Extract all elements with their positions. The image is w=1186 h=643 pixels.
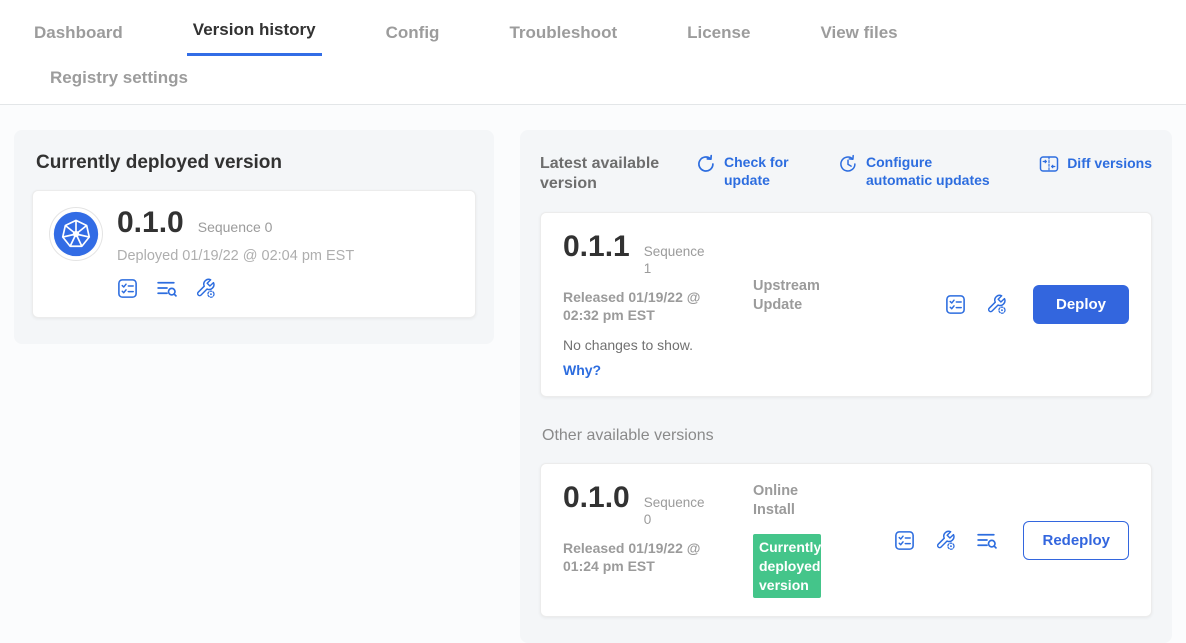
currently-deployed-panel: Currently deployed version 0.1.0 Sequenc… (14, 130, 494, 344)
kubernetes-logo-icon (53, 211, 99, 257)
other-version-actions: Redeploy (894, 521, 1129, 560)
other-version-sequence: Sequence 0 (644, 492, 706, 529)
latest-version-details: 0.1.1 Sequence 1 Released 01/19/22 @ 02:… (563, 231, 753, 378)
currently-deployed-title: Currently deployed version (36, 152, 476, 174)
nav-tabs-row-1: Dashboard Version history Config Trouble… (0, 0, 1186, 56)
tab-version-history[interactable]: Version history (187, 20, 322, 56)
deployed-actions (117, 278, 354, 299)
diff-versions-link[interactable]: Diff versions (1039, 154, 1152, 174)
release-notes-checklist-icon[interactable] (117, 278, 138, 299)
other-version-card: 0.1.0 Sequence 0 Released 01/19/22 @ 01:… (540, 463, 1152, 617)
edit-config-wrench-icon[interactable] (986, 294, 1007, 315)
latest-version-sequence: Sequence 1 (644, 241, 706, 278)
tab-dashboard[interactable]: Dashboard (28, 23, 129, 56)
configure-automatic-updates-link[interactable]: Configure automatic updates (838, 154, 998, 189)
other-version-source: Online Install (753, 482, 809, 520)
deployed-version-number: 0.1.0 (117, 207, 184, 239)
view-logs-icon[interactable] (976, 530, 997, 551)
deployed-version-card: 0.1.0 Sequence 0 Deployed 01/19/22 @ 02:… (32, 190, 476, 318)
edit-config-wrench-icon[interactable] (935, 530, 956, 551)
latest-version-header: Latest available version Check for updat… (540, 154, 1152, 194)
configure-automatic-updates-label: Configure automatic updates (866, 154, 998, 189)
tab-license[interactable]: License (681, 23, 756, 56)
tab-config[interactable]: Config (380, 23, 446, 56)
deployed-timestamp: Deployed 01/19/22 @ 02:04 pm EST (117, 248, 354, 264)
latest-version-source: Upstream Update (753, 231, 833, 378)
latest-version-actions: Deploy (945, 285, 1129, 324)
tab-registry-settings[interactable]: Registry settings (44, 68, 194, 88)
release-notes-checklist-icon[interactable] (894, 530, 915, 551)
main-content: Currently deployed version 0.1.0 Sequenc… (0, 105, 1186, 643)
diff-versions-icon (1039, 154, 1059, 174)
nav-tabs-row-2: Registry settings (0, 56, 1186, 104)
other-version-details: 0.1.0 Sequence 0 Released 01/19/22 @ 01:… (563, 482, 753, 598)
other-versions-title: Other available versions (542, 427, 1152, 445)
deploy-button[interactable]: Deploy (1033, 285, 1129, 324)
diff-versions-label: Diff versions (1067, 155, 1152, 173)
latest-version-released: Released 01/19/22 @ 02:32 pm EST (563, 288, 735, 324)
deployed-version-details: 0.1.0 Sequence 0 Deployed 01/19/22 @ 02:… (117, 207, 354, 299)
other-version-released: Released 01/19/22 @ 01:24 pm EST (563, 539, 735, 575)
clock-refresh-icon (838, 154, 858, 174)
view-logs-icon[interactable] (156, 278, 177, 299)
latest-version-panel: Latest available version Check for updat… (520, 130, 1172, 643)
latest-version-card: 0.1.1 Sequence 1 Released 01/19/22 @ 02:… (540, 212, 1152, 397)
tab-view-files[interactable]: View files (814, 23, 903, 56)
check-for-update-label: Check for update (724, 154, 808, 189)
other-version-status: Online Install Currently deployed versio… (753, 482, 821, 598)
redeploy-button[interactable]: Redeploy (1023, 521, 1129, 560)
why-link[interactable]: Why? (563, 362, 753, 378)
currently-deployed-badge: Currently deployed version (753, 534, 821, 599)
deployed-sequence-label: Sequence 0 (198, 219, 273, 235)
release-notes-checklist-icon[interactable] (945, 294, 966, 315)
latest-version-number: 0.1.1 (563, 231, 630, 263)
refresh-icon (696, 154, 716, 174)
latest-version-title: Latest available version (540, 154, 678, 194)
top-navigation: Dashboard Version history Config Trouble… (0, 0, 1186, 105)
edit-config-wrench-icon[interactable] (195, 278, 216, 299)
other-version-number: 0.1.0 (563, 482, 630, 514)
tab-troubleshoot[interactable]: Troubleshoot (503, 23, 623, 56)
check-for-update-link[interactable]: Check for update (696, 154, 808, 189)
no-changes-text: No changes to show. (563, 337, 753, 353)
